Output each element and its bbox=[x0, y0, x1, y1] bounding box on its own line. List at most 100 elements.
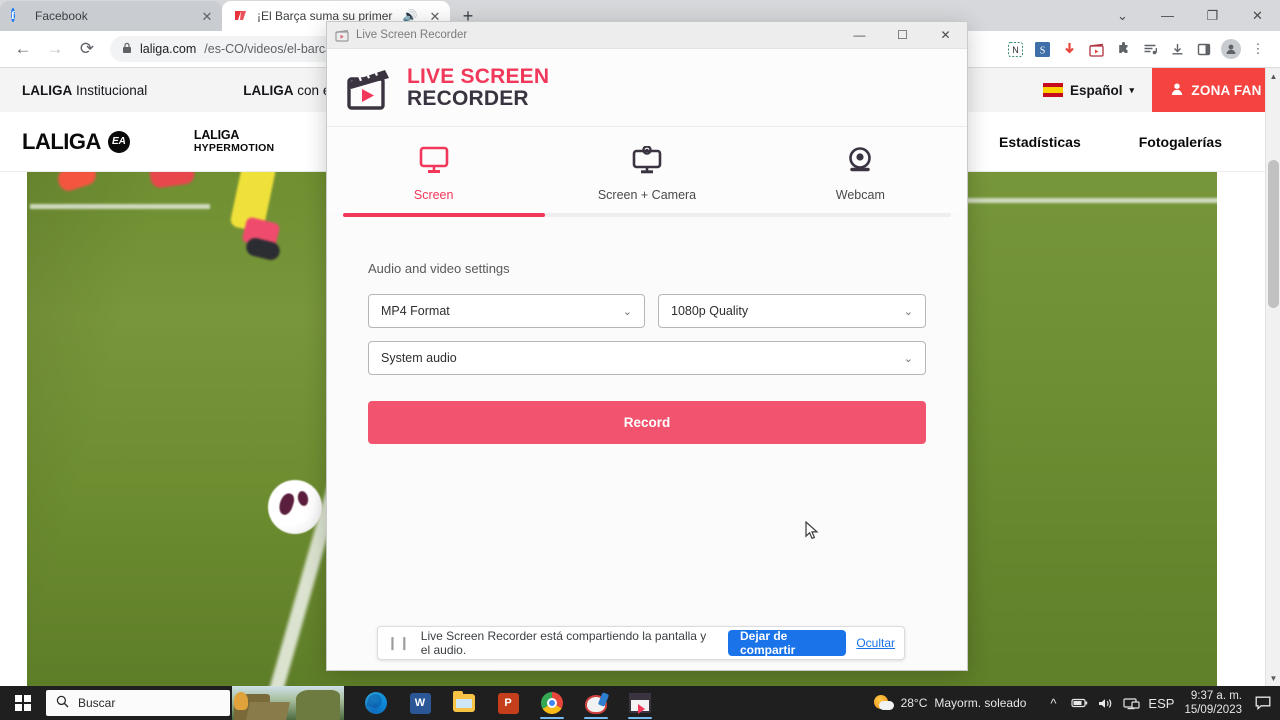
taskbar-app-edge[interactable] bbox=[354, 686, 398, 720]
topbar-label: Institucional bbox=[72, 82, 148, 98]
speaker-icon[interactable]: 🔊 bbox=[402, 9, 418, 23]
forward-icon[interactable]: → bbox=[40, 34, 70, 64]
video-frame-left bbox=[0, 172, 330, 686]
reading-list-icon[interactable] bbox=[1138, 37, 1162, 61]
pause-icon[interactable]: ❙❙ bbox=[387, 635, 411, 651]
nav-item-fotogalerias[interactable]: Fotogalerías bbox=[1139, 134, 1222, 150]
language-selector[interactable]: Español ▾ bbox=[1042, 82, 1152, 98]
chevron-up-icon[interactable]: ^ bbox=[1040, 686, 1066, 720]
logo-line-1: LIVE SCREEN bbox=[407, 65, 550, 89]
weather-temperature: 28°C bbox=[900, 696, 928, 710]
quality-select[interactable]: 1080p Quality ⌄ bbox=[658, 294, 926, 328]
stop-sharing-button[interactable]: Dejar de compartir bbox=[728, 629, 847, 657]
minimize-icon[interactable]: — bbox=[838, 22, 881, 49]
paint-icon bbox=[585, 693, 607, 714]
tab-title: ¡El Barça suma su primer triu bbox=[257, 9, 394, 23]
clapperboard-logo-icon bbox=[345, 65, 393, 111]
minimize-icon[interactable]: — bbox=[1145, 0, 1190, 31]
nav-item-estadisticas[interactable]: Estadísticas bbox=[999, 134, 1081, 150]
ea-badge-icon: EA bbox=[107, 130, 130, 153]
puzzle-icon[interactable] bbox=[1111, 37, 1135, 61]
lock-icon bbox=[122, 42, 132, 57]
collapse-icon[interactable]: ⌄ bbox=[1100, 0, 1145, 31]
weather-status[interactable]: 28°C Mayorm. soleado bbox=[873, 694, 1026, 712]
browser-tab-facebook[interactable]: f Facebook ✕ bbox=[0, 1, 222, 31]
network-icon[interactable] bbox=[1118, 686, 1144, 720]
scroll-up-icon[interactable]: ▲ bbox=[1266, 68, 1280, 84]
format-quality-row: MP4 Format ⌄ 1080p Quality ⌄ bbox=[368, 294, 926, 328]
tab-screen-camera[interactable]: Screen + Camera bbox=[540, 127, 753, 213]
maximize-icon[interactable]: ❐ bbox=[1190, 0, 1235, 31]
language-indicator[interactable]: ESP bbox=[1144, 686, 1178, 720]
recorder-window-controls: — ☐ ✕ bbox=[838, 22, 967, 49]
url-host: laliga.com bbox=[140, 42, 197, 56]
taskbar-app-chrome[interactable] bbox=[530, 686, 574, 720]
close-icon[interactable]: ✕ bbox=[1235, 0, 1280, 31]
pitch-background bbox=[0, 172, 330, 686]
close-icon[interactable]: ✕ bbox=[426, 10, 444, 23]
record-button[interactable]: Record bbox=[368, 401, 926, 444]
topbar-brand: LALIGA bbox=[243, 82, 294, 98]
hide-link[interactable]: Ocultar bbox=[856, 636, 895, 650]
recorder-logo-text: LIVE SCREEN RECORDER bbox=[407, 66, 549, 109]
laliga-icon bbox=[233, 8, 249, 24]
taskbar-app-powerpoint[interactable]: P bbox=[486, 686, 530, 720]
chevron-down-icon: ▾ bbox=[1129, 84, 1134, 95]
close-icon[interactable]: ✕ bbox=[198, 10, 216, 23]
side-panel-icon[interactable] bbox=[1192, 37, 1216, 61]
taskbar-app-file-explorer[interactable] bbox=[442, 686, 486, 720]
tab-webcam[interactable]: Webcam bbox=[754, 127, 967, 213]
browser-window-controls: ⌄ — ❐ ✕ bbox=[1100, 0, 1280, 31]
chevron-down-icon: ⌄ bbox=[622, 305, 632, 318]
maximize-icon[interactable]: ☐ bbox=[881, 22, 924, 49]
close-icon[interactable]: ✕ bbox=[924, 22, 967, 49]
notion-icon[interactable]: N bbox=[1003, 37, 1027, 61]
folder-icon bbox=[453, 691, 475, 712]
start-button[interactable] bbox=[0, 686, 46, 720]
landscape-widget[interactable] bbox=[232, 686, 344, 720]
zona-fan-button[interactable]: ZONA FAN bbox=[1151, 68, 1280, 112]
taskbar-app-paint[interactable] bbox=[574, 686, 618, 720]
hypermotion-line2: HYPERMOTION bbox=[193, 141, 275, 154]
notification-icon[interactable] bbox=[1250, 686, 1276, 720]
page-scrollbar[interactable]: ▲ ▼ bbox=[1265, 68, 1280, 686]
audio-select[interactable]: System audio ⌄ bbox=[368, 341, 926, 375]
taskbar-search[interactable]: Buscar bbox=[46, 690, 230, 716]
mouse-cursor bbox=[805, 520, 819, 541]
downloads-icon[interactable] bbox=[1165, 37, 1189, 61]
taskbar-app-live-screen-recorder[interactable] bbox=[618, 686, 662, 720]
settings-heading: Audio and video settings bbox=[368, 261, 510, 276]
tab-screen-label: Screen bbox=[413, 188, 454, 202]
url-path: /es-CO/videos/el-barca bbox=[204, 42, 333, 56]
live-screen-recorder-window: Live Screen Recorder — ☐ ✕ LIVE SCREEN R… bbox=[327, 22, 967, 670]
back-icon[interactable]: ← bbox=[8, 34, 38, 64]
scribe-icon[interactable]: S bbox=[1030, 37, 1054, 61]
battery-icon[interactable] bbox=[1066, 686, 1092, 720]
clock[interactable]: 9:37 a. m. 15/09/2023 bbox=[1178, 689, 1250, 718]
monitor-icon bbox=[419, 146, 449, 179]
player-boot bbox=[148, 172, 196, 189]
powerpoint-icon: P bbox=[497, 692, 519, 714]
taskbar-app-word[interactable]: W bbox=[398, 686, 442, 720]
scroll-down-icon[interactable]: ▼ bbox=[1266, 670, 1280, 686]
share-message: Live Screen Recorder está compartiendo l… bbox=[420, 629, 707, 657]
laliga-hypermotion-logo[interactable]: LALIGA HYPERMOTION bbox=[194, 129, 274, 153]
scrollbar-thumb[interactable] bbox=[1268, 160, 1279, 308]
laliga-logo[interactable]: LALIGA EA bbox=[22, 129, 130, 155]
topbar-item-institucional[interactable]: LALIGA Institucional bbox=[22, 83, 147, 98]
language-label: Español bbox=[1069, 82, 1123, 98]
format-select[interactable]: MP4 Format ⌄ bbox=[368, 294, 645, 328]
browser-menu-icon[interactable]: ⋮ bbox=[1246, 37, 1270, 61]
recorder-titlebar[interactable]: Live Screen Recorder — ☐ ✕ bbox=[327, 22, 967, 49]
chevron-down-icon: ⌄ bbox=[903, 352, 913, 365]
live-screen-recorder-icon[interactable] bbox=[1084, 37, 1108, 61]
avatar[interactable] bbox=[1219, 37, 1243, 61]
download-arrow-icon[interactable] bbox=[1057, 37, 1081, 61]
reload-icon[interactable]: ⟳ bbox=[72, 34, 102, 64]
topbar-brand: LALIGA bbox=[22, 82, 73, 98]
windows-logo-icon bbox=[15, 695, 31, 711]
tab-webcam-label: Webcam bbox=[835, 188, 885, 202]
volume-icon[interactable] bbox=[1092, 686, 1118, 720]
tab-screen[interactable]: Screen bbox=[327, 127, 540, 213]
recorder-settings: Audio and video settings MP4 Format ⌄ 10… bbox=[327, 217, 967, 444]
